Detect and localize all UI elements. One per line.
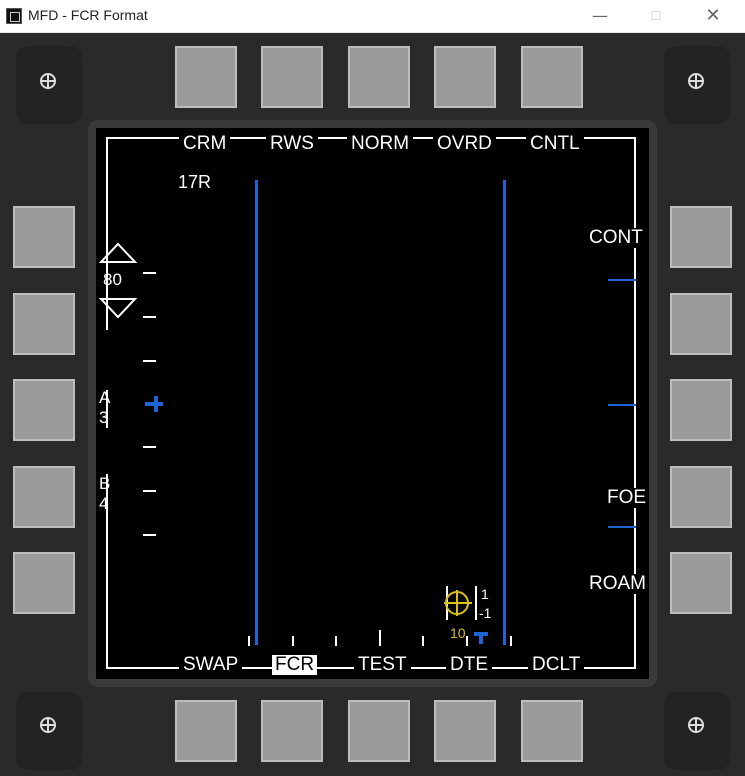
cursor-top-value: 1 — [481, 586, 489, 602]
screw-icon — [688, 717, 704, 733]
osb-15[interactable] — [175, 700, 237, 762]
right-marker — [608, 279, 636, 281]
label-crm: CRM — [179, 134, 231, 154]
osb-1[interactable] — [175, 46, 237, 108]
elevation-tick — [143, 360, 156, 362]
azimuth-tick — [335, 636, 337, 646]
label-foe: FOE — [604, 488, 650, 508]
osb-13[interactable] — [348, 700, 410, 762]
fcr-display — [96, 128, 649, 679]
osb-8[interactable] — [670, 379, 732, 441]
label-cont: CONT — [586, 228, 646, 248]
azimuth-a-label: A — [99, 388, 111, 407]
azimuth-limit-left — [255, 180, 258, 645]
azimuth-tick — [379, 630, 381, 646]
osb-19[interactable] — [13, 293, 75, 355]
label-norm: NORM — [347, 134, 414, 154]
label-fcr-selected: FCR — [272, 655, 318, 675]
cursor-bottom-value: -1 — [479, 605, 492, 621]
osb-9[interactable] — [670, 466, 732, 528]
osb-18[interactable] — [13, 379, 75, 441]
azimuth-tick — [422, 636, 424, 646]
title-bar: MFD - FCR Format — ☐ ✕ — [0, 0, 745, 33]
screw-icon — [688, 73, 704, 89]
label-rws: RWS — [266, 134, 318, 154]
azimuth-a-value: 3 — [99, 408, 109, 427]
label-dclt: DCLT — [528, 655, 585, 675]
osb-3[interactable] — [348, 46, 410, 108]
osb-16[interactable] — [13, 552, 75, 614]
osb-10[interactable] — [670, 552, 732, 614]
osb-6[interactable] — [670, 206, 732, 268]
osb-7[interactable] — [670, 293, 732, 355]
elevation-tick — [143, 490, 156, 492]
app-icon — [6, 8, 22, 24]
osb-14[interactable] — [261, 700, 323, 762]
elevation-tick — [143, 534, 156, 536]
screw-icon — [40, 717, 56, 733]
label-cntl: CNTL — [526, 134, 584, 154]
azimuth-tick — [292, 636, 294, 646]
azimuth-b-value: 4 — [99, 494, 109, 513]
azimuth-tick — [248, 636, 250, 646]
osb-2[interactable] — [261, 46, 323, 108]
label-test: TEST — [354, 655, 411, 675]
elevation-tick — [143, 316, 156, 318]
osb-4[interactable] — [434, 46, 496, 108]
label-roam: ROAM — [586, 574, 649, 594]
window-title: MFD - FCR Format — [28, 7, 148, 23]
close-button[interactable]: ✕ — [690, 0, 736, 32]
elevation-caret-icon — [154, 396, 158, 412]
range-scale: 80 — [103, 270, 122, 289]
osb-5[interactable] — [521, 46, 583, 108]
azimuth-b-label: B — [99, 474, 111, 493]
ownship-range-value: 10 — [450, 625, 466, 641]
right-marker — [608, 526, 636, 528]
label-swap: SWAP — [179, 655, 243, 675]
right-marker — [608, 404, 636, 406]
range-label: 17R — [178, 172, 212, 192]
osb-12[interactable] — [434, 700, 496, 762]
maximize-button[interactable]: ☐ — [633, 0, 679, 32]
azimuth-tick — [510, 636, 512, 646]
osb-11[interactable] — [521, 700, 583, 762]
elevation-tick — [143, 272, 156, 274]
osb-17[interactable] — [13, 466, 75, 528]
border-gap — [106, 330, 108, 390]
screw-icon — [40, 73, 56, 89]
elevation-tick — [143, 446, 156, 448]
label-ovrd: OVRD — [433, 134, 496, 154]
minimize-button[interactable]: — — [577, 0, 623, 32]
osb-20[interactable] — [13, 206, 75, 268]
border-gap — [106, 428, 108, 474]
label-dte: DTE — [446, 655, 492, 675]
azimuth-limit-right — [503, 180, 506, 645]
